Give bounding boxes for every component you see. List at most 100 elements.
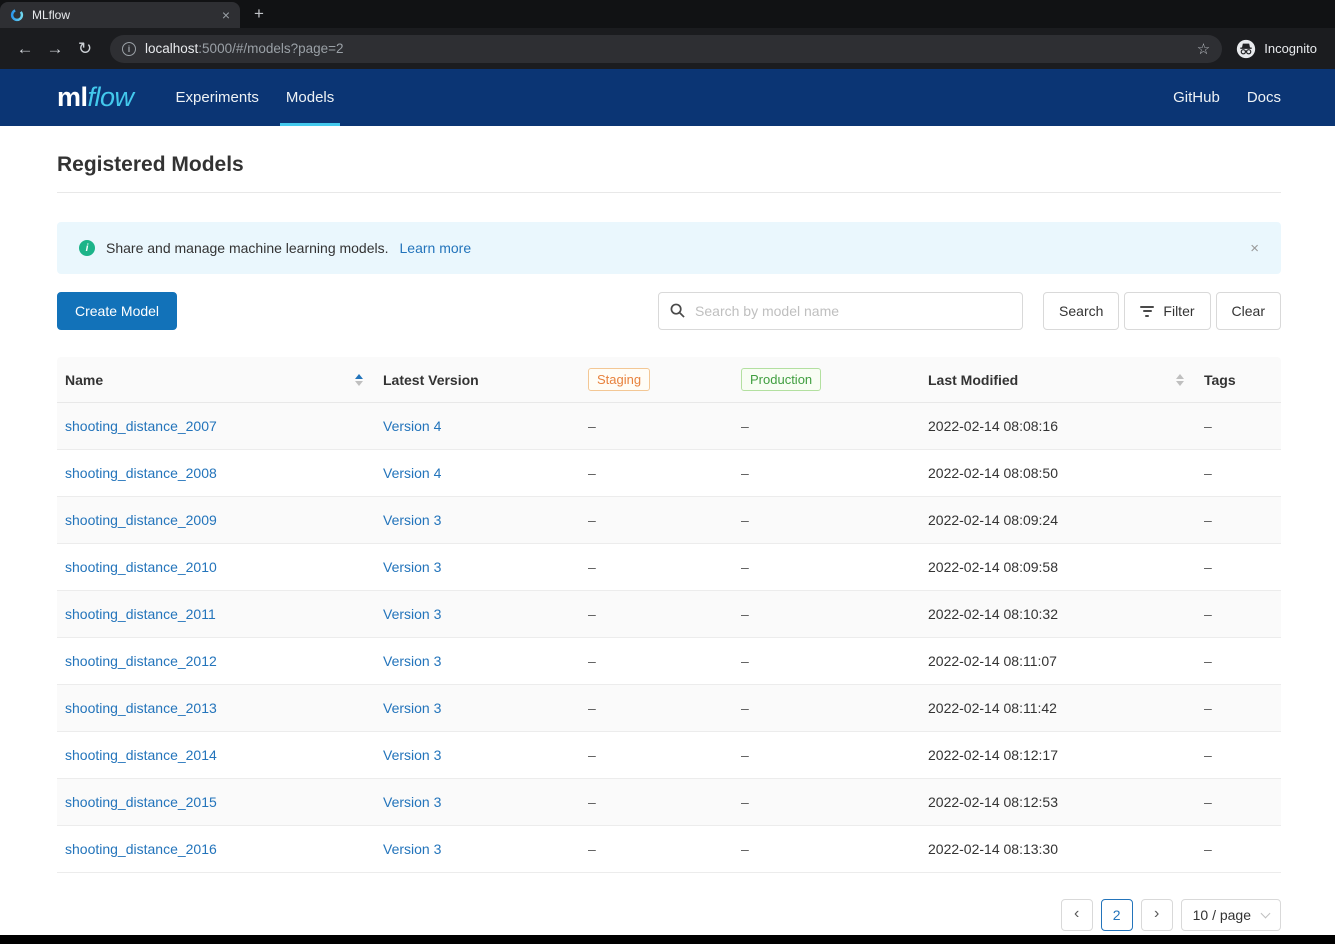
page-content: Registered Models i Share and manage mac…	[0, 153, 1335, 931]
logo-ml: ml	[57, 82, 88, 112]
search-box	[658, 292, 1024, 330]
filter-button[interactable]: Filter	[1124, 292, 1211, 330]
last-modified-value: 2022-02-14 08:13:30	[928, 841, 1058, 857]
model-version-link[interactable]: Version 3	[383, 512, 441, 528]
model-name-link[interactable]: shooting_distance_2014	[65, 747, 217, 763]
create-model-button[interactable]: Create Model	[57, 292, 178, 330]
bookmark-star-icon[interactable]: ☆	[1197, 40, 1210, 58]
model-version-link[interactable]: Version 3	[383, 794, 441, 810]
model-version-link[interactable]: Version 4	[383, 465, 441, 481]
page-size-value: 10 / page	[1192, 907, 1251, 923]
nav-models[interactable]: Models	[279, 69, 341, 126]
info-banner: i Share and manage machine learning mode…	[57, 222, 1281, 274]
model-version-link[interactable]: Version 3	[383, 841, 441, 857]
url-text: localhost:5000/#/models?page=2	[145, 41, 1188, 56]
reload-icon[interactable]: ↻	[70, 39, 100, 59]
latest-version-column-label: Latest Version	[383, 371, 479, 388]
nav-experiments[interactable]: Experiments	[176, 69, 259, 126]
tags-value: –	[1204, 747, 1212, 763]
last-modified-value: 2022-02-14 08:08:50	[928, 465, 1058, 481]
model-version-link[interactable]: Version 3	[383, 606, 441, 622]
taskbar-strip	[0, 935, 1335, 944]
info-icon: i	[79, 240, 95, 256]
production-value: –	[741, 653, 749, 669]
last-modified-value: 2022-02-14 08:12:53	[928, 794, 1058, 810]
staging-value: –	[588, 841, 596, 857]
model-name-link[interactable]: shooting_distance_2012	[65, 653, 217, 669]
browser-tab[interactable]: MLflow ×	[0, 2, 240, 28]
tags-value: –	[1204, 700, 1212, 716]
table-body: shooting_distance_2007 Version 4 – – 202…	[57, 403, 1281, 873]
clear-button[interactable]: Clear	[1215, 292, 1281, 330]
staging-value: –	[588, 700, 596, 716]
prev-page-button[interactable]: ‹	[1060, 899, 1093, 931]
production-value: –	[741, 747, 749, 763]
new-tab-button[interactable]: +	[254, 4, 264, 24]
incognito-icon	[1236, 39, 1256, 59]
model-version-link[interactable]: Version 3	[383, 653, 441, 669]
last-modified-value: 2022-02-14 08:08:16	[928, 418, 1058, 434]
current-page-button[interactable]: 2	[1100, 899, 1133, 931]
staging-value: –	[588, 465, 596, 481]
production-value: –	[741, 841, 749, 857]
name-column-label: Name	[65, 371, 104, 388]
mlflow-logo[interactable]: mlflow	[57, 82, 134, 113]
learn-more-link[interactable]: Learn more	[400, 240, 472, 256]
banner-text: Share and manage machine learning models…	[106, 240, 389, 256]
last-modified-column-label: Last Modified	[928, 371, 1019, 388]
column-header-name[interactable]: Name	[57, 372, 373, 388]
staging-value: –	[588, 512, 596, 528]
search-button[interactable]: Search	[1043, 292, 1120, 330]
filter-icon	[1140, 305, 1155, 317]
staging-value: –	[588, 606, 596, 622]
production-value: –	[741, 512, 749, 528]
tags-column-label: Tags	[1204, 371, 1236, 388]
chevron-down-icon	[1260, 908, 1271, 918]
production-value: –	[741, 794, 749, 810]
nav-docs[interactable]: Docs	[1247, 69, 1281, 126]
model-version-link[interactable]: Version 3	[383, 747, 441, 763]
column-header-tags: Tags	[1194, 372, 1281, 388]
model-name-link[interactable]: shooting_distance_2016	[65, 841, 217, 857]
model-version-link[interactable]: Version 3	[383, 700, 441, 716]
model-name-link[interactable]: shooting_distance_2015	[65, 794, 217, 810]
page-info-icon[interactable]: i	[122, 41, 136, 56]
filter-label: Filter	[1163, 303, 1195, 319]
model-version-link[interactable]: Version 4	[383, 418, 441, 434]
banner-close-icon[interactable]: ×	[1250, 240, 1259, 257]
nav-github[interactable]: GitHub	[1173, 69, 1220, 126]
last-modified-value: 2022-02-14 08:11:42	[928, 700, 1057, 716]
toolbar-row: Create Model Search Filter Clear	[57, 292, 1281, 330]
search-input[interactable]	[658, 292, 1024, 330]
title-divider	[57, 192, 1281, 193]
model-name-link[interactable]: shooting_distance_2011	[65, 606, 216, 622]
model-name-link[interactable]: shooting_distance_2010	[65, 559, 217, 575]
production-value: –	[741, 418, 749, 434]
tags-value: –	[1204, 512, 1212, 528]
model-name-link[interactable]: shooting_distance_2009	[65, 512, 217, 528]
page-size-select[interactable]: 10 / page	[1180, 899, 1281, 931]
next-page-button[interactable]: ›	[1140, 899, 1173, 931]
staging-tag: Staging	[588, 368, 651, 391]
forward-icon[interactable]: →	[40, 39, 70, 59]
staging-value: –	[588, 653, 596, 669]
tab-close-icon[interactable]: ×	[222, 7, 230, 23]
table-row: shooting_distance_2014 Version 3 – – 202…	[57, 732, 1281, 779]
mlflow-header: mlflow Experiments Models GitHub Docs	[0, 69, 1335, 126]
staging-value: –	[588, 747, 596, 763]
incognito-label: Incognito	[1264, 41, 1317, 56]
back-icon[interactable]: ←	[10, 39, 40, 59]
model-name-link[interactable]: shooting_distance_2007	[65, 418, 217, 434]
column-header-production: Production	[731, 368, 918, 391]
production-value: –	[741, 465, 749, 481]
last-modified-value: 2022-02-14 08:09:58	[928, 559, 1058, 575]
browser-toolbar: ← → ↻ i localhost:5000/#/models?page=2 ☆…	[0, 28, 1335, 69]
address-bar[interactable]: i localhost:5000/#/models?page=2 ☆	[110, 34, 1223, 63]
table-row: shooting_distance_2010 Version 3 – – 202…	[57, 544, 1281, 591]
column-header-last-modified[interactable]: Last Modified	[918, 372, 1194, 388]
production-tag: Production	[741, 368, 822, 391]
model-version-link[interactable]: Version 3	[383, 559, 441, 575]
model-name-link[interactable]: shooting_distance_2013	[65, 700, 217, 716]
model-name-link[interactable]: shooting_distance_2008	[65, 465, 217, 481]
tags-value: –	[1204, 465, 1212, 481]
